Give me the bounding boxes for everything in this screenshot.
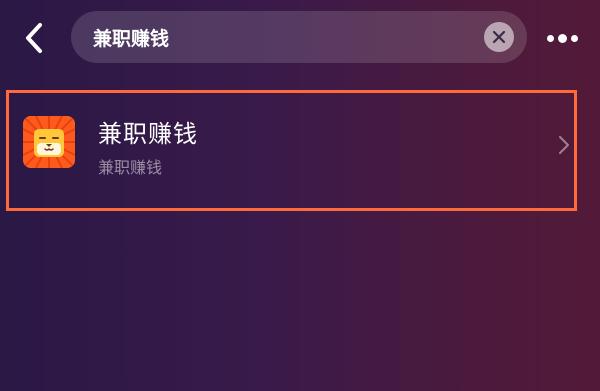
close-icon — [492, 30, 506, 44]
more-dots-icon-dot — [557, 33, 567, 43]
chevron-left-icon — [26, 23, 42, 53]
search-input[interactable] — [93, 11, 473, 63]
clear-search-button[interactable] — [484, 22, 514, 52]
chevron-right-icon — [559, 136, 569, 154]
result-subtitle: 兼职赚钱 — [98, 158, 163, 177]
more-dots-icon — [546, 34, 554, 42]
back-button[interactable] — [14, 18, 54, 58]
more-dots-icon-dot — [570, 34, 578, 42]
lion-app-icon — [23, 116, 75, 168]
more-options-button[interactable] — [540, 24, 584, 52]
search-result-item[interactable]: 兼职赚钱 兼职赚钱 — [6, 90, 577, 211]
search-bar — [71, 11, 527, 63]
result-title: 兼职赚钱 — [98, 120, 198, 148]
